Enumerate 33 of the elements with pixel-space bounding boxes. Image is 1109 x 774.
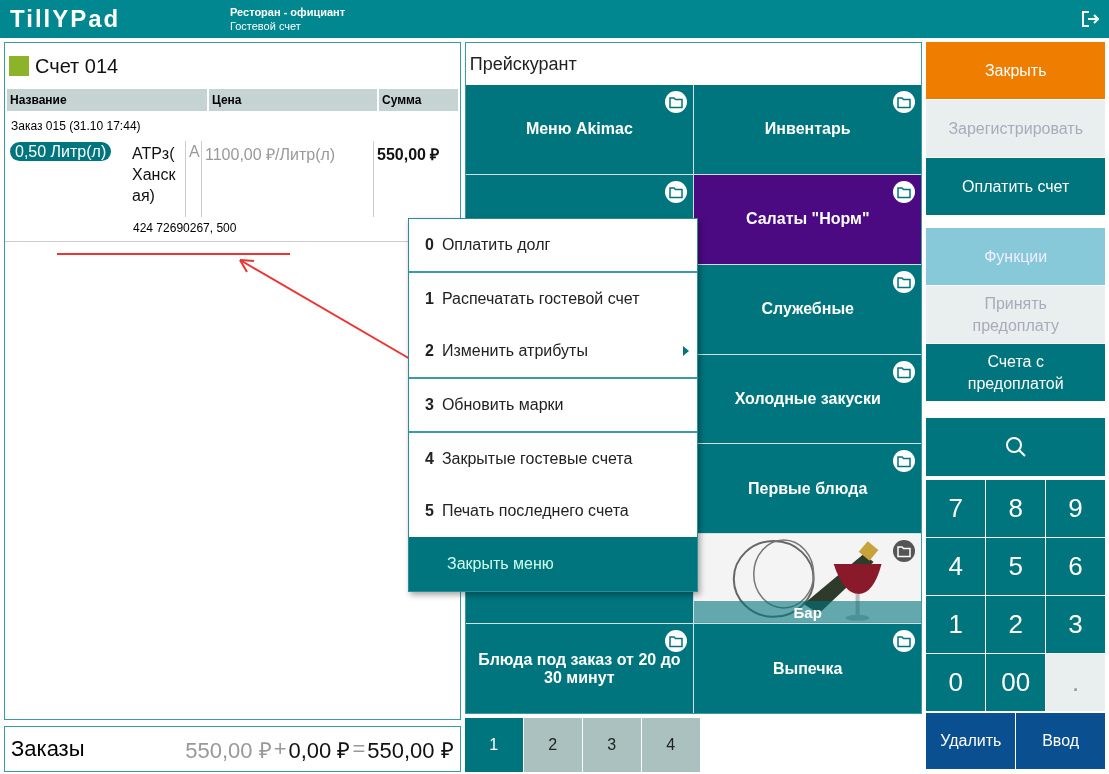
logo: TillYPad <box>10 5 122 33</box>
menu-label: Распечатать гостевой счет <box>441 290 640 308</box>
price-list-title: Прейскурант <box>469 53 577 75</box>
order-header: Заказ 015 (31.10 17:44) <box>10 118 142 135</box>
plus-sign: + <box>273 736 287 762</box>
extra-amount: 0,00 ₽ <box>288 737 351 764</box>
menu-label: Обновить марки <box>441 396 564 414</box>
menu-key: 5 <box>425 502 434 520</box>
totals-label: Заказы <box>11 736 86 762</box>
menu-label: Закрытые гостевые счета <box>441 450 633 468</box>
column-header: Цена <box>207 89 377 111</box>
menu-key: 0 <box>425 236 434 254</box>
column-header: Сумма <box>377 89 458 111</box>
menu-key: 3 <box>425 396 434 414</box>
menu-key: 2 <box>425 342 434 360</box>
menu-key: 4 <box>425 450 434 468</box>
subtotal: 550,00 ₽ <box>185 737 272 764</box>
bill-title: Счет 014 <box>35 54 119 78</box>
item-name: АТРз( Ханская) <box>132 144 177 206</box>
mode-label: Ресторан - официант <box>230 5 347 19</box>
quantity-badge: 0,50 Литр(л) <box>10 142 112 161</box>
menu-label: Печать последнего счета <box>441 502 629 520</box>
total-amount: 550,00 ₽ <box>367 737 454 764</box>
menu-label: Оплатить долг <box>441 236 551 254</box>
item-price: 1100,00 ₽/Литр(л) <box>205 146 336 163</box>
screen-label: Гостевой счет <box>230 19 302 33</box>
menu-label: Изменить атрибуты <box>441 342 588 360</box>
item-attribute-label: А <box>189 143 200 160</box>
menu-key: 1 <box>425 290 434 308</box>
item-code: 424 72690267, 500 <box>133 221 237 235</box>
item-sum: 550,00 ₽ <box>377 146 440 163</box>
column-header: Название <box>9 92 68 109</box>
equals-sign: = <box>352 736 366 762</box>
